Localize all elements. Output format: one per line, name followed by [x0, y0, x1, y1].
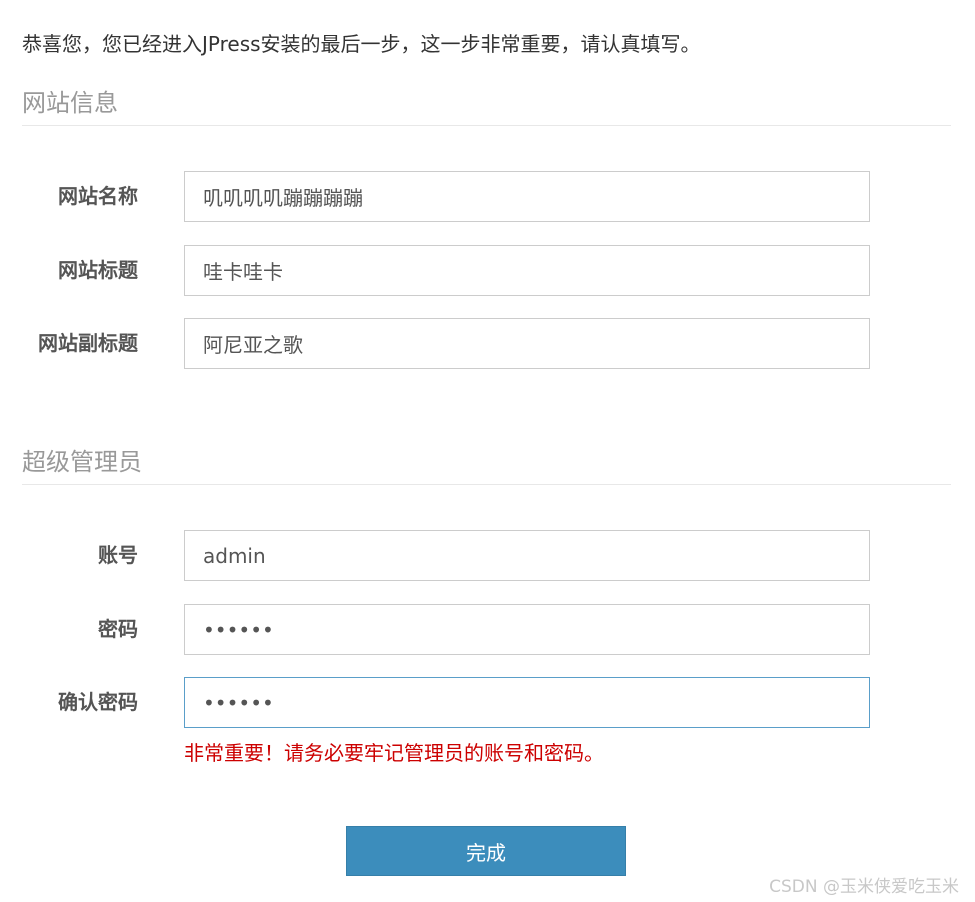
- password-label: 密码: [98, 617, 138, 641]
- section-title-site-info: 网站信息: [22, 89, 118, 117]
- site-title-label: 网站标题: [58, 258, 138, 282]
- account-label: 账号: [98, 543, 138, 567]
- warning-message: 非常重要！请务必要牢记管理员的账号和密码。: [184, 741, 604, 765]
- site-name-label: 网站名称: [58, 184, 138, 208]
- confirm-password-input[interactable]: [184, 677, 870, 728]
- intro-text: 恭喜您，您已经进入JPress安装的最后一步，这一步非常重要，请认真填写。: [22, 32, 701, 56]
- site-title-input[interactable]: [184, 245, 870, 296]
- finish-button[interactable]: 完成: [346, 826, 626, 876]
- section-title-super-admin: 超级管理员: [22, 448, 142, 476]
- site-subtitle-label: 网站副标题: [38, 331, 138, 355]
- site-subtitle-input[interactable]: [184, 318, 870, 369]
- site-name-input[interactable]: [184, 171, 870, 222]
- password-input[interactable]: [184, 604, 870, 655]
- account-input[interactable]: [184, 530, 870, 581]
- confirm-password-label: 确认密码: [58, 690, 138, 714]
- watermark: CSDN @玉米侠爱吃玉米: [769, 877, 959, 897]
- section-divider: [22, 125, 951, 126]
- section-divider: [22, 484, 951, 485]
